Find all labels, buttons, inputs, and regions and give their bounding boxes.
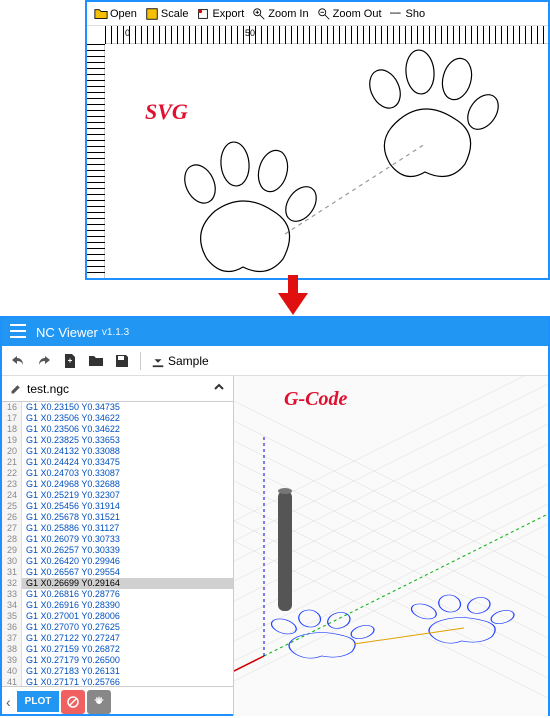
nc-body: test.ngc 16G1 X0.23150 Y0.3473517G1 X0.2…	[2, 376, 548, 716]
code-line[interactable]: 40G1 X0.27183 Y0.26131	[2, 666, 233, 677]
ruler-mark: 0	[125, 28, 130, 38]
code-line[interactable]: 33G1 X0.26816 Y0.28776	[2, 589, 233, 600]
open-label: Open	[110, 8, 137, 20]
file-header[interactable]: test.ngc	[2, 376, 233, 402]
open-icon	[94, 7, 108, 21]
gcode-viewport[interactable]: G-Code	[234, 376, 548, 716]
nc-viewer-window: NC Viewer v1.1.3 Sample test.ngc 16G1 X0…	[0, 316, 550, 716]
paw-drawing	[105, 44, 545, 278]
code-panel-footer: ‹ PLOT	[2, 686, 233, 716]
code-line[interactable]: 21G1 X0.24424 Y0.33475	[2, 457, 233, 468]
stop-button[interactable]	[61, 690, 85, 714]
save-button[interactable]	[114, 353, 130, 369]
zoom-in-button[interactable]: Zoom In	[249, 6, 311, 22]
code-line[interactable]: 25G1 X0.25456 Y0.31914	[2, 501, 233, 512]
code-line[interactable]: 27G1 X0.25886 Y0.31127	[2, 523, 233, 534]
code-line[interactable]: 35G1 X0.27001 Y0.28006	[2, 611, 233, 622]
code-line[interactable]: 19G1 X0.23825 Y0.33653	[2, 435, 233, 446]
settings-button[interactable]	[87, 690, 111, 714]
code-line[interactable]: 37G1 X0.27122 Y0.27247	[2, 633, 233, 644]
code-line[interactable]: 17G1 X0.23506 Y0.34622	[2, 413, 233, 424]
zoom-out-button[interactable]: Zoom Out	[314, 6, 385, 22]
arrow-down-icon	[278, 275, 308, 315]
code-line[interactable]: 30G1 X0.26420 Y0.29946	[2, 556, 233, 567]
redo-button[interactable]	[36, 353, 52, 369]
scale-icon	[145, 7, 159, 21]
open-button[interactable]: Open	[91, 6, 140, 22]
code-line[interactable]: 26G1 X0.25678 Y0.31521	[2, 512, 233, 523]
horizontal-ruler: 0 50	[105, 26, 548, 44]
svg-annotation-label: SVG	[145, 99, 188, 125]
code-line[interactable]: 24G1 X0.25219 Y0.32307	[2, 490, 233, 501]
nc-header: NC Viewer v1.1.3	[2, 318, 548, 346]
zoom-out-label: Zoom Out	[333, 8, 382, 20]
sample-button[interactable]: Sample	[151, 354, 209, 368]
ruler-mark: 50	[245, 28, 255, 38]
code-line[interactable]: 38G1 X0.27159 Y0.26872	[2, 644, 233, 655]
file-name: test.ngc	[27, 382, 69, 396]
scale-button[interactable]: Scale	[142, 6, 192, 22]
new-file-button[interactable]	[62, 353, 78, 369]
code-line[interactable]: 18G1 X0.23506 Y0.34622	[2, 424, 233, 435]
show-label: Sho	[406, 8, 426, 20]
code-line[interactable]: 39G1 X0.27179 Y0.26500	[2, 655, 233, 666]
code-line[interactable]: 41G1 X0.27171 Y0.25766	[2, 677, 233, 686]
code-line[interactable]: 23G1 X0.24968 Y0.32688	[2, 479, 233, 490]
nc-title: NC Viewer	[36, 325, 98, 340]
zoom-in-label: Zoom In	[268, 8, 308, 20]
edit-icon	[10, 383, 22, 395]
gcode-listing[interactable]: 16G1 X0.23150 Y0.3473517G1 X0.23506 Y0.3…	[2, 402, 233, 686]
vertical-ruler	[87, 44, 105, 278]
download-icon	[151, 354, 165, 368]
code-line[interactable]: 16G1 X0.23150 Y0.34735	[2, 402, 233, 413]
gcode-annotation-label: G-Code	[284, 388, 347, 411]
undo-button[interactable]	[10, 353, 26, 369]
code-line[interactable]: 20G1 X0.24132 Y0.33088	[2, 446, 233, 457]
nc-version: v1.1.3	[102, 327, 129, 338]
svg-editor-window: Open Scale Export Zoom In Zoom Out ---- …	[85, 0, 550, 280]
export-label: Export	[212, 8, 244, 20]
code-panel: test.ngc 16G1 X0.23150 Y0.3473517G1 X0.2…	[2, 376, 234, 716]
open-folder-button[interactable]	[88, 353, 104, 369]
menu-icon[interactable]	[10, 324, 26, 341]
code-line[interactable]: 22G1 X0.24703 Y0.33087	[2, 468, 233, 479]
zoom-in-icon	[252, 7, 266, 21]
nc-toolbar: Sample	[2, 346, 548, 376]
code-line[interactable]: 36G1 X0.27070 Y0.27625	[2, 622, 233, 633]
iso-scene	[234, 376, 548, 716]
svg-canvas[interactable]: SVG	[105, 44, 548, 278]
plot-button[interactable]: PLOT	[17, 691, 60, 712]
code-line[interactable]: 28G1 X0.26079 Y0.30733	[2, 534, 233, 545]
export-icon	[196, 7, 210, 21]
svg-toolbar: Open Scale Export Zoom In Zoom Out ---- …	[87, 2, 548, 26]
scale-label: Scale	[161, 8, 189, 20]
code-line[interactable]: 32G1 X0.26699 Y0.29164	[2, 578, 233, 589]
chevron-up-icon[interactable]	[213, 381, 225, 396]
zoom-out-icon	[317, 7, 331, 21]
dash-icon: ----	[390, 7, 404, 21]
code-line[interactable]: 29G1 X0.26257 Y0.30339	[2, 545, 233, 556]
tool-cylinder	[278, 488, 292, 611]
show-button[interactable]: ---- Sho	[387, 6, 429, 22]
sample-label: Sample	[168, 354, 209, 368]
code-line[interactable]: 34G1 X0.26916 Y0.28390	[2, 600, 233, 611]
export-button[interactable]: Export	[193, 6, 247, 22]
chevron-left-icon[interactable]: ‹	[6, 694, 11, 710]
code-line[interactable]: 31G1 X0.26567 Y0.29554	[2, 567, 233, 578]
